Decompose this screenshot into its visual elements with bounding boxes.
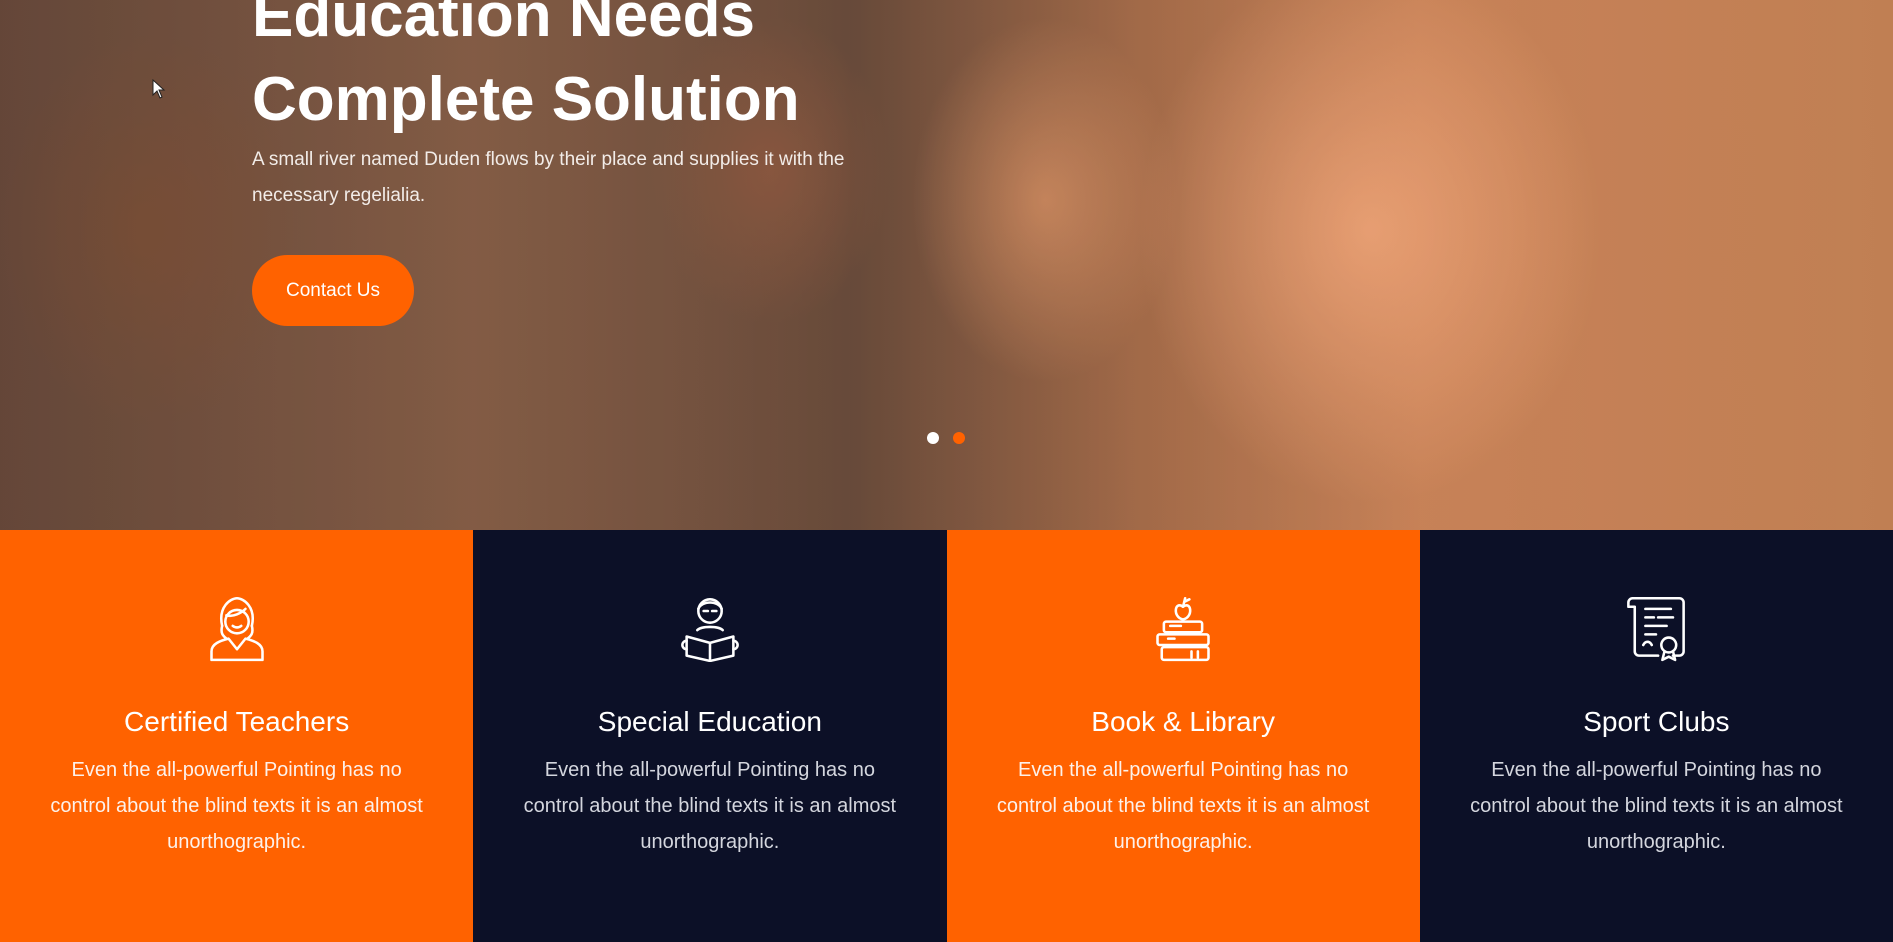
hero-title-line-1: Education Needs [252, 0, 755, 50]
hero-slider: Education Needs Complete Solution A smal… [0, 0, 1893, 530]
feature-title: Certified Teachers [124, 706, 350, 737]
hero-title-line-2: Complete Solution [252, 65, 800, 134]
feature-title: Sport Clubs [1583, 706, 1730, 737]
feature-text: Even the all-powerful Pointing has no co… [50, 759, 423, 853]
mouse-cursor-icon [152, 79, 166, 99]
feature-card-book-library: Book & Library Even the all-powerful Poi… [946, 530, 1420, 942]
hero-title: Education Needs Complete Solution [252, 0, 800, 142]
student-reading-icon [680, 598, 739, 662]
slider-dot-1[interactable] [927, 432, 939, 444]
certificate-icon [1627, 596, 1686, 662]
feature-title: Special Education [597, 706, 822, 737]
feature-title: Book & Library [1091, 706, 1275, 737]
slider-pagination [927, 432, 965, 444]
contact-us-button[interactable]: Contact Us [252, 255, 414, 326]
feature-text: Even the all-powerful Pointing has no co… [523, 759, 897, 853]
feature-text: Even the all-powerful Pointing has no co… [996, 759, 1370, 853]
feature-card-sport-clubs: Sport Clubs Even the all-powerful Pointi… [1419, 530, 1893, 942]
hero-subtitle: A small river named Duden flows by their… [252, 149, 845, 206]
feature-card-certified-teachers: Certified Teachers Even the all-powerful… [0, 530, 474, 942]
feature-text: Even the all-powerful Pointing has no co… [1470, 759, 1843, 853]
features-section: Certified Teachers Even the all-powerful… [0, 530, 1893, 942]
books-apple-icon [1156, 596, 1210, 662]
slider-dot-2[interactable] [953, 432, 965, 444]
teacher-icon [209, 596, 264, 662]
feature-card-special-education: Special Education Even the all-powerful … [473, 530, 947, 942]
